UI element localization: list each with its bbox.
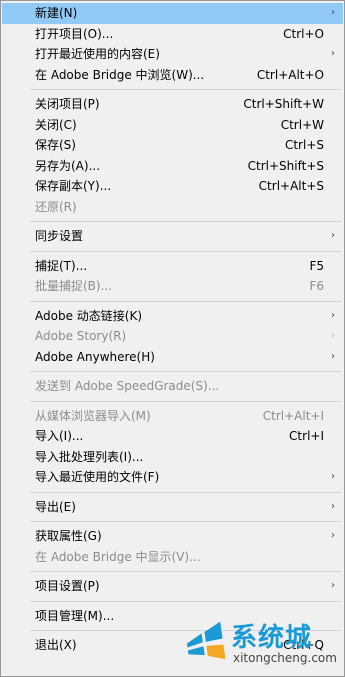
menu-item-label: 另存为(A)... bbox=[35, 158, 101, 173]
menu-item-label: 获取属性(G) bbox=[35, 529, 102, 543]
menu-item-shortcut: Ctrl+W bbox=[280, 117, 324, 132]
menu-separator bbox=[2, 297, 343, 306]
menu-item-shortcut: Ctrl+Shift+S bbox=[247, 158, 324, 173]
menu-item-在-adobe-bridge-中浏览[interactable]: 在 Adobe Bridge 中浏览(W)... Ctrl+Alt+O bbox=[2, 65, 343, 86]
menu-separator bbox=[2, 488, 343, 497]
menu-item-shortcut: Ctrl+Shift+W bbox=[243, 97, 324, 111]
menu-item-label: 捕捉(T)... bbox=[35, 258, 88, 273]
menu-item-label: 项目管理(M)... bbox=[35, 608, 115, 623]
menu-separator bbox=[2, 247, 343, 256]
menu-item-导出[interactable]: 导出(E) › bbox=[2, 497, 343, 518]
menu-item-shortcut: Ctrl+Alt+O bbox=[256, 67, 324, 82]
watermark: 系统城 xitongcheng.com bbox=[183, 615, 343, 673]
menu-item-label: 同步设置 bbox=[35, 229, 84, 243]
menu-separator bbox=[2, 567, 343, 576]
submenu-arrow-icon: › bbox=[331, 500, 335, 512]
watermark-text: 系统城 bbox=[231, 623, 313, 653]
menu-item-导入批处理列表[interactable]: 导入批处理列表(I)... bbox=[2, 447, 343, 468]
menu-item-项目设置[interactable]: 项目设置(P) › bbox=[2, 576, 343, 597]
submenu-arrow-icon: › bbox=[331, 309, 335, 321]
watermark-url: xitongcheng.com bbox=[233, 651, 337, 665]
menu-item-shortcut: Ctrl+Alt+I bbox=[262, 408, 324, 423]
menu-separator bbox=[2, 85, 343, 94]
menu-item-label: Adobe 动态链接(K) bbox=[35, 308, 143, 323]
submenu-arrow-icon: › bbox=[331, 48, 335, 59]
menu-item-捕捉[interactable]: 捕捉(T)... F5 bbox=[2, 256, 343, 277]
menu-item-label: 保存副本(Y)... bbox=[35, 179, 112, 193]
menu-item-adobe-story: Adobe Story(R) › bbox=[2, 326, 343, 347]
menu-item-label: 在 Adobe Bridge 中浏览(W)... bbox=[35, 67, 205, 82]
menu-item-label: 批量捕捉(B)... bbox=[35, 279, 113, 293]
menu-item-adobe-动态链接[interactable]: Adobe 动态链接(K) › bbox=[2, 306, 343, 327]
menu-item-adobe-anywhere[interactable]: Adobe Anywhere(H) › bbox=[2, 347, 343, 368]
menu-separator bbox=[2, 367, 343, 376]
menu-item-label: Adobe Story(R) bbox=[35, 329, 127, 343]
menu-item-label: 导入(I)... bbox=[35, 429, 84, 443]
menu-item-label: 在 Adobe Bridge 中显示(V)... bbox=[35, 549, 201, 564]
menu-item-label: 打开项目(O)... bbox=[35, 26, 114, 41]
menu-item-关闭[interactable]: 关闭(C) Ctrl+W bbox=[2, 115, 343, 136]
menu-item-从媒体浏览器导入: 从媒体浏览器导入(M) Ctrl+Alt+I bbox=[2, 406, 343, 427]
menu-item-label: 导入最近使用的文件(F) bbox=[35, 470, 160, 484]
menu-item-label: 导入批处理列表(I)... bbox=[35, 449, 144, 464]
submenu-arrow-icon: › bbox=[331, 230, 335, 241]
menu-item-新建[interactable]: 新建(N) › bbox=[2, 3, 343, 24]
file-menu: 新建(N) › 打开项目(O)... Ctrl+O 打开最近使用的内容(E) › 在 Ado… bbox=[0, 0, 345, 677]
menu-item-另存为[interactable]: 另存为(A)... Ctrl+Shift+S bbox=[2, 156, 343, 177]
menu-item-导入[interactable]: 导入(I)... Ctrl+I bbox=[2, 426, 343, 447]
windows-logo-icon bbox=[186, 621, 226, 660]
menu-separator bbox=[2, 397, 343, 406]
menu-item-label: 关闭(C) bbox=[35, 117, 77, 132]
menu-item-label: 从媒体浏览器导入(M) bbox=[35, 408, 151, 423]
menu-item-shortcut: Ctrl+Alt+S bbox=[258, 179, 324, 193]
menu-item-批量捕捉: 批量捕捉(B)... F6 bbox=[2, 276, 343, 297]
menu-item-label: 保存(S) bbox=[35, 138, 76, 152]
submenu-arrow-icon: › bbox=[331, 580, 335, 591]
menu-item-label: 发送到 Adobe SpeedGrade(S)... bbox=[35, 379, 220, 393]
menu-item-打开项目[interactable]: 打开项目(O)... Ctrl+O bbox=[2, 24, 343, 45]
menu-item-label: 项目设置(P) bbox=[35, 579, 100, 593]
menu-separator bbox=[2, 217, 343, 226]
menu-item-label: 还原(R) bbox=[35, 199, 77, 214]
menu-item-发送到-adobe-speedgrade: 发送到 Adobe SpeedGrade(S)... bbox=[2, 376, 343, 397]
menu-item-还原: 还原(R) bbox=[2, 197, 343, 218]
menu-item-label: Adobe Anywhere(H) bbox=[35, 349, 155, 364]
menu-item-同步设置[interactable]: 同步设置 › bbox=[2, 226, 343, 247]
menu-separator bbox=[2, 517, 343, 526]
submenu-arrow-icon: › bbox=[331, 350, 335, 362]
menu-item-shortcut: F5 bbox=[309, 258, 324, 273]
submenu-arrow-icon: › bbox=[331, 471, 335, 482]
menu-separator bbox=[2, 597, 343, 606]
menu-items: 新建(N) › 打开项目(O)... Ctrl+O 打开最近使用的内容(E) › 在 Ado… bbox=[2, 3, 343, 656]
menu-item-保存副本[interactable]: 保存副本(Y)... Ctrl+Alt+S bbox=[2, 176, 343, 197]
menu-item-打开最近使用的内容[interactable]: 打开最近使用的内容(E) › bbox=[2, 44, 343, 65]
submenu-arrow-icon: › bbox=[331, 530, 335, 541]
menu-item-label: 关闭项目(P) bbox=[35, 97, 100, 111]
menu-item-shortcut: Ctrl+S bbox=[284, 138, 324, 152]
submenu-arrow-icon: › bbox=[331, 330, 335, 341]
menu-item-shortcut: Ctrl+O bbox=[283, 26, 324, 41]
menu-item-在-adobe-bridge-中显示: 在 Adobe Bridge 中显示(V)... bbox=[2, 547, 343, 568]
menu-item-获取属性[interactable]: 获取属性(G) › bbox=[2, 526, 343, 547]
menu-item-关闭项目[interactable]: 关闭项目(P) Ctrl+Shift+W bbox=[2, 94, 343, 115]
menu-item-label: 新建(N) bbox=[35, 6, 78, 20]
menu-item-shortcut: Ctrl+I bbox=[289, 429, 324, 443]
menu-item-label: 导出(E) bbox=[35, 499, 76, 514]
menu-item-导入最近使用的文件[interactable]: 导入最近使用的文件(F) › bbox=[2, 467, 343, 488]
menu-item-shortcut: F6 bbox=[309, 279, 324, 293]
menu-item-label: 退出(X) bbox=[35, 638, 77, 652]
menu-item-保存[interactable]: 保存(S) Ctrl+S bbox=[2, 135, 343, 156]
menu-item-label: 打开最近使用的内容(E) bbox=[35, 47, 160, 61]
submenu-arrow-icon: › bbox=[331, 7, 335, 18]
